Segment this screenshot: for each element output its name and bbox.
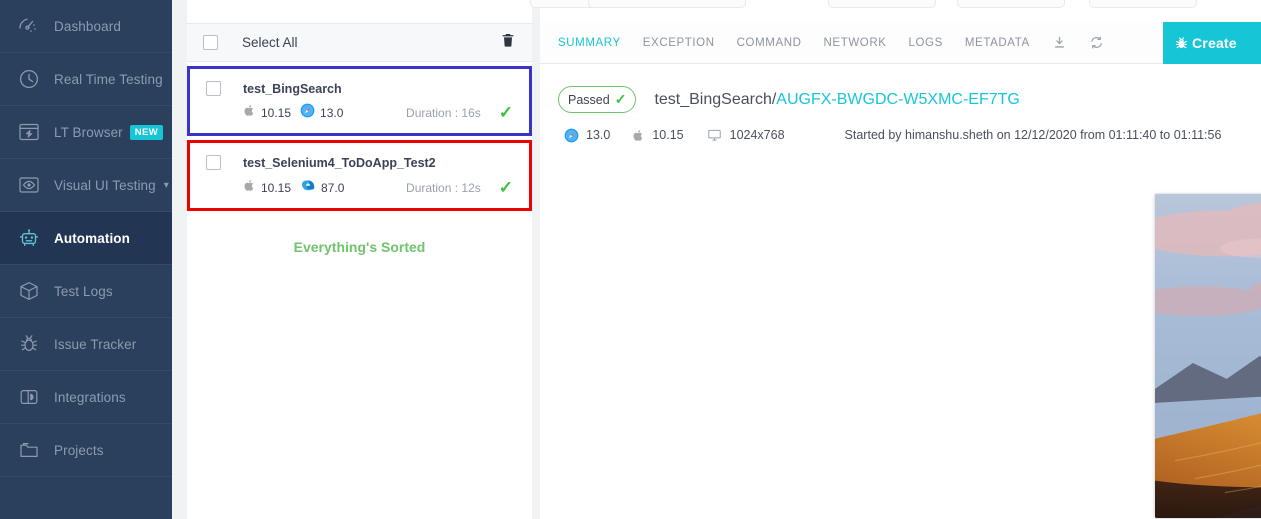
tab-command[interactable]: COMMAND [737, 37, 802, 49]
list-top-spacer [187, 0, 532, 23]
filter-box[interactable] [1089, 0, 1197, 8]
download-icon[interactable] [1052, 35, 1067, 50]
sidebar-item-visual-ui-testing[interactable]: Visual UI Testing ▾ [0, 159, 172, 212]
test-list-item[interactable]: test_BingSearch 10.15 13.0 Duration: 16… [187, 66, 532, 136]
test-item-duration: Duration : 12s [406, 180, 481, 195]
refresh-icon[interactable] [1089, 35, 1104, 50]
summary-os-version: 10.15 [652, 128, 684, 142]
tab-logs[interactable]: LOGS [909, 37, 943, 49]
robot-icon [14, 223, 44, 253]
new-badge: NEW [129, 124, 164, 140]
apple-logo-icon [632, 127, 645, 142]
test-item-name: test_BingSearch [243, 81, 342, 96]
lambdatest-automation-page: Dashboard Real Time Testing LT Browser N… [0, 0, 1261, 519]
filter-box[interactable] [957, 0, 1065, 8]
summary-session-id[interactable]: AUGFX-BWGDC-W5XMC-EF7TG [776, 91, 1020, 108]
summary-test-name: test_BingSearch [654, 90, 772, 108]
select-all-bar: Select All [187, 23, 532, 62]
browser-window-icon [14, 117, 44, 147]
test-list-panel: Select All test_BingSearch 10.15 13.0 Du… [187, 0, 532, 519]
box-icon [14, 276, 44, 306]
bug-icon [14, 329, 44, 359]
status-badge: Passed ✓ [558, 86, 637, 113]
summary-title-row: Passed ✓ test_BingSearch/AUGFX-BWGDC-W5X… [540, 64, 1261, 113]
filter-bar-partial [530, 0, 1261, 10]
chevron-down-icon[interactable]: ▾ [164, 180, 169, 191]
tab-network[interactable]: NETWORK [824, 37, 887, 49]
video-thumbnail [1154, 193, 1261, 519]
sidebar-item-label: Issue Tracker [54, 336, 137, 352]
left-gutter [172, 0, 187, 519]
green-check-icon: ✓ [614, 91, 627, 107]
safari-icon [300, 103, 315, 123]
safari-icon [564, 127, 579, 142]
summary-resolution: 1024x768 [729, 128, 785, 142]
test-item-browser-version: 87.0 [321, 180, 345, 195]
test-item-os-version: 10.15 [261, 106, 292, 120]
filter-box[interactable] [588, 0, 746, 8]
eye-monitor-icon [14, 170, 44, 200]
sidebar-item-real-time-testing[interactable]: Real Time Testing [0, 53, 172, 106]
test-list-item[interactable]: test_Selenium4_ToDoApp_Test2 10.15 87.0 … [187, 140, 532, 211]
sidebar-item-label: Dashboard [54, 18, 121, 34]
summary-started-by: Started by himanshu.sheth on 12/12/2020 … [844, 128, 1222, 142]
test-item-duration: Duration : 16s [406, 106, 481, 120]
sidebar-item-label: Visual UI Testing [54, 177, 156, 193]
sidebar-item-projects[interactable]: Projects [0, 424, 172, 477]
clock-icon [14, 64, 44, 94]
sidebar-empty-row [0, 477, 172, 519]
bug-icon [1173, 35, 1190, 52]
tab-summary[interactable]: SUMMARY [558, 37, 621, 49]
tab-exception[interactable]: EXCEPTION [643, 37, 715, 49]
apple-logo-icon [243, 178, 256, 198]
green-check-icon: ✓ [498, 177, 513, 197]
folder-icon [14, 435, 44, 465]
everything-sorted-message: Everything's Sorted [293, 239, 426, 255]
create-button-label: Create [1192, 35, 1237, 51]
filter-box[interactable] [828, 0, 936, 8]
green-check-icon: ✓ [498, 103, 513, 122]
sidebar-item-label: Automation [54, 230, 130, 246]
dashboard-gauge-icon [14, 11, 44, 41]
sidebar-item-issue-tracker[interactable]: Issue Tracker [0, 318, 172, 371]
sidebar-item-lt-browser[interactable]: LT Browser NEW [0, 106, 172, 159]
test-item-checkbox[interactable] [206, 81, 221, 96]
sidebar-item-label: Real Time Testing [54, 71, 163, 87]
test-item-os-version: 10.15 [261, 180, 292, 195]
test-video-player[interactable] [1154, 193, 1261, 519]
page-title: test_BingSearch/AUGFX-BWGDC-W5XMC-EF7TG [654, 91, 1019, 109]
sidebar-item-integrations[interactable]: Integrations [0, 371, 172, 424]
test-item-checkbox[interactable] [206, 155, 221, 170]
puzzle-circle-icon [14, 382, 44, 412]
monitor-icon [706, 127, 723, 143]
select-all-label: Select All [242, 35, 298, 50]
test-item-browser-version: 13.0 [320, 106, 344, 120]
trash-icon[interactable] [500, 31, 516, 54]
sidebar-item-label: Test Logs [54, 283, 113, 299]
edge-icon [300, 177, 316, 198]
create-issue-button[interactable]: Create [1163, 22, 1261, 64]
sidebar: Dashboard Real Time Testing LT Browser N… [0, 0, 172, 519]
sidebar-item-test-logs[interactable]: Test Logs [0, 265, 172, 318]
test-detail-panel: SUMMARY EXCEPTION COMMAND NETWORK LOGS M… [530, 0, 1261, 519]
mid-gutter [532, 0, 540, 519]
tab-metadata[interactable]: METADATA [965, 37, 1030, 49]
sidebar-item-automation[interactable]: Automation [0, 212, 172, 265]
summary-meta-row: 13.0 10.15 1024x768 Started by himanshu.… [540, 113, 1261, 143]
summary-browser-version: 13.0 [586, 128, 611, 142]
status-badge-label: Passed [568, 92, 610, 107]
select-all-checkbox[interactable] [203, 35, 218, 50]
detail-tabbar: SUMMARY EXCEPTION COMMAND NETWORK LOGS M… [540, 22, 1261, 64]
sidebar-item-label: Integrations [54, 389, 126, 405]
apple-logo-icon [243, 103, 256, 123]
sidebar-item-dashboard[interactable]: Dashboard [0, 0, 172, 53]
sidebar-item-label: LT Browser [54, 124, 123, 140]
sidebar-item-label: Projects [54, 442, 104, 458]
test-item-name: test_Selenium4_ToDoApp_Test2 [243, 155, 436, 170]
summary-content: Passed ✓ test_BingSearch/AUGFX-BWGDC-W5X… [540, 64, 1261, 143]
